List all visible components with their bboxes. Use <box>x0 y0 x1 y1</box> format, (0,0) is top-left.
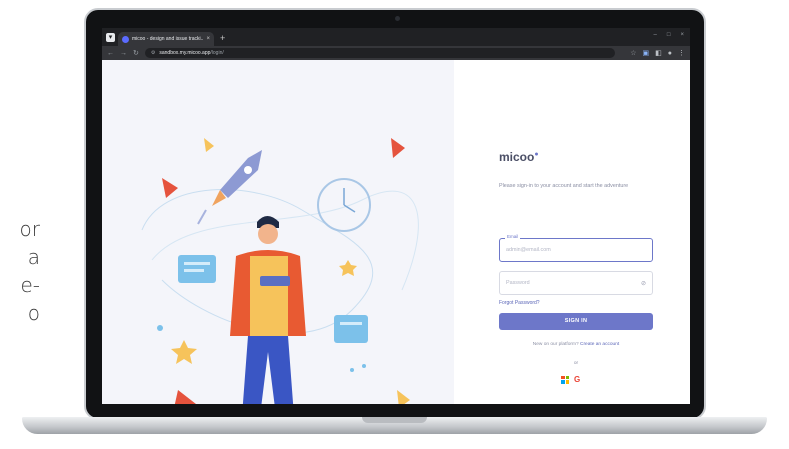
cropped-side-text: or a e- o <box>0 215 40 327</box>
or-divider: or <box>573 361 579 366</box>
new-on-platform-text: New on our platform? <box>532 342 579 347</box>
address-toolbar: ← → ↻ ⚙ sandbox.my.micoo.app/login/ ☆ ▣ … <box>102 46 690 60</box>
profile-avatar-icon[interactable]: ● <box>668 50 672 57</box>
password-placeholder: Password <box>506 280 530 286</box>
triangle-shape <box>391 138 405 158</box>
floating-card <box>334 315 368 343</box>
back-arrow-icon[interactable]: ← <box>107 50 114 57</box>
login-panel: micoo● Please sign-in to your account an… <box>454 60 690 404</box>
laptop-base <box>22 417 767 434</box>
maximize-icon[interactable]: □ <box>667 32 671 38</box>
triangle-shape <box>174 390 196 404</box>
tab-title: micoo - design and issue tracki... <box>132 36 204 42</box>
rocket-icon <box>197 150 262 225</box>
bookmark-star-icon[interactable]: ☆ <box>630 49 636 57</box>
side-text-line-1: or <box>19 217 40 241</box>
email-label: Email <box>505 234 521 239</box>
extension-icon[interactable]: ▣ <box>643 49 650 57</box>
email-field[interactable]: Email admin@email.com <box>499 234 653 262</box>
triangle-shape <box>397 390 410 404</box>
toolbar-extensions: ☆ ▣ ◧ ● ⋮ <box>630 49 685 58</box>
extensions-puzzle-icon[interactable]: ◧ <box>655 49 662 57</box>
url-host: sandbox.my.micoo.app <box>159 50 211 56</box>
address-bar[interactable]: ⚙ sandbox.my.micoo.app/login/ <box>144 48 615 58</box>
webcam <box>395 16 400 21</box>
laptop-lid: ▾ micoo - design and issue tracki... × +… <box>84 8 706 420</box>
developer-figure <box>230 216 306 404</box>
login-page: micoo● Please sign-in to your account an… <box>102 60 690 404</box>
illustration-panel <box>102 60 454 404</box>
browser-tab-bar: ▾ micoo - design and issue tracki... × +… <box>102 28 690 46</box>
browser-tab[interactable]: micoo - design and issue tracki... × <box>118 32 214 46</box>
side-text-line-4: o <box>27 301 40 325</box>
brand-logo: micoo● <box>499 150 539 164</box>
triangle-shape <box>204 138 214 152</box>
minimize-icon[interactable]: – <box>654 32 657 38</box>
reload-icon[interactable]: ↻ <box>133 49 139 57</box>
close-window-icon[interactable]: × <box>680 32 684 38</box>
side-text-line-3: e- <box>20 273 40 297</box>
stage: or a e- o ▾ micoo - design and issue tra… <box>0 0 789 449</box>
laptop-notch <box>362 417 427 423</box>
create-account-row: New on our platform? Create an account <box>499 342 653 347</box>
url-text: sandbox.my.micoo.app/login/ <box>159 50 223 56</box>
star-icon <box>339 260 357 276</box>
sign-in-button[interactable]: SIGN IN <box>499 313 653 330</box>
url-path: /login/ <box>210 50 224 56</box>
forgot-password-link[interactable]: Forgot Password? <box>499 300 540 306</box>
clock-hand <box>343 204 356 213</box>
window-controls: – □ × <box>654 32 684 38</box>
side-text-line-2: a <box>27 245 40 269</box>
email-placeholder: admin@email.com <box>506 247 551 253</box>
site-settings-icon[interactable]: ⚙ <box>151 50 155 56</box>
star-icon <box>171 340 197 364</box>
login-intro-text: Please sign-in to your account and start… <box>499 183 629 189</box>
triangle-shape <box>162 178 178 198</box>
new-tab-icon[interactable]: + <box>220 33 225 43</box>
laptop-screen: ▾ micoo - design and issue tracki... × +… <box>102 28 690 404</box>
social-login-buttons: G <box>561 375 580 384</box>
google-icon[interactable]: G <box>574 375 580 384</box>
tab-favicon-icon <box>122 35 129 43</box>
laptop-prop <box>260 276 290 286</box>
create-account-link[interactable]: Create an account <box>580 342 619 347</box>
forward-arrow-icon[interactable]: → <box>120 50 127 57</box>
tab-search-icon[interactable]: ▾ <box>106 33 115 42</box>
developer-illustration <box>141 138 419 404</box>
brand-name: micoo <box>499 150 535 164</box>
microsoft-icon[interactable] <box>561 375 569 384</box>
tab-close-icon[interactable]: × <box>206 36 210 42</box>
menu-kebab-icon[interactable]: ⋮ <box>678 49 685 57</box>
password-field[interactable]: Password ⊘ <box>499 271 653 295</box>
eye-icon[interactable]: ⊘ <box>641 280 646 287</box>
brand-mark-icon: ● <box>534 151 539 158</box>
